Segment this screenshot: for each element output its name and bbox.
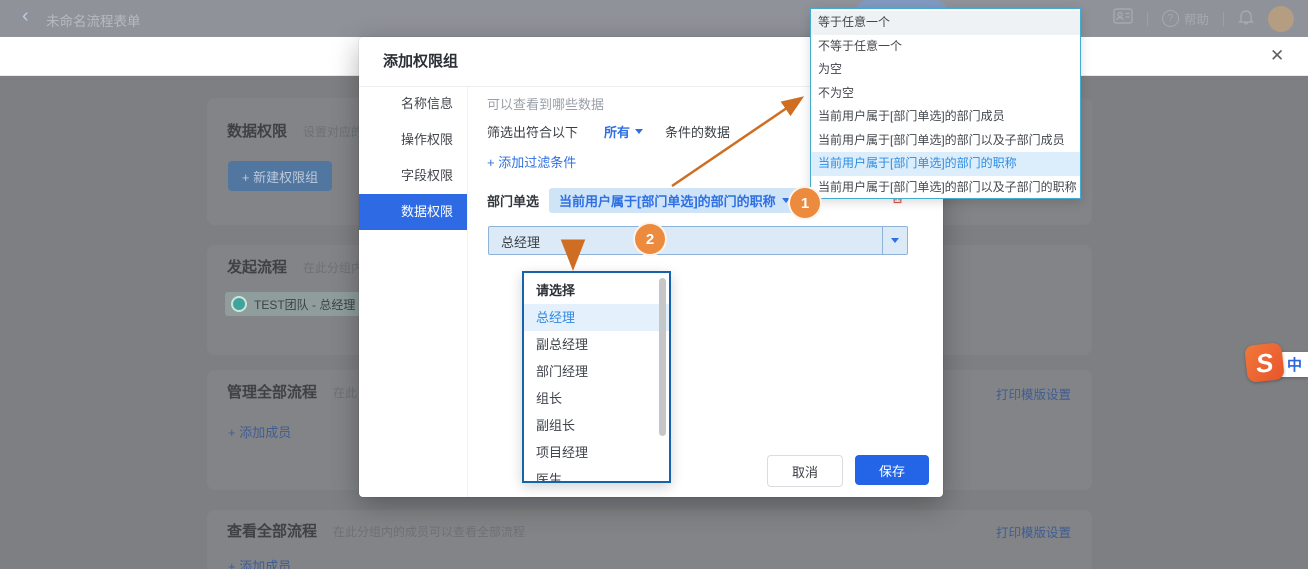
divider (467, 87, 468, 497)
tab-operation-permission[interactable]: 操作权限 (359, 122, 467, 158)
dropdown-item[interactable]: 为空 (811, 58, 1080, 82)
topbar-actions: ? 帮助 (1113, 0, 1294, 37)
add-member-link[interactable]: + 添加成员 (228, 422, 291, 441)
job-title-value: 总经理 (501, 232, 540, 251)
filter-operator-value: 所有 (604, 122, 630, 141)
add-filter-condition-link[interactable]: + 添加过滤条件 (487, 152, 576, 171)
contact-card-icon[interactable] (1113, 8, 1133, 29)
cancel-button[interactable]: 取消 (767, 455, 843, 487)
chevron-down-icon (891, 238, 899, 243)
annotation-badge-2: 2 (633, 222, 667, 256)
dropdown-item[interactable]: 部门经理 (524, 358, 669, 385)
ime-language-label: 中 (1287, 354, 1302, 375)
job-title-list: 请选择 总经理 副总经理 部门经理 组长 副组长 项目经理 医生 (524, 273, 669, 483)
team-icon (231, 296, 247, 312)
dropdown-item-selected[interactable]: 总经理 (524, 304, 669, 331)
dropdown-item[interactable]: 当前用户属于[部门单选]的部门以及子部门成员 (811, 129, 1080, 153)
section-desc: 设置对应的 (303, 123, 363, 140)
dropdown-item[interactable]: 请选择 (524, 277, 669, 304)
section-desc: 在此分组内 (303, 259, 363, 276)
add-member-link[interactable]: + 添加成员 (228, 556, 291, 569)
dropdown-item[interactable]: 副组长 (524, 412, 669, 439)
modal-title: 添加权限组 (383, 37, 458, 86)
bell-icon[interactable] (1238, 8, 1254, 30)
section-title: 数据权限 (227, 120, 287, 141)
app-root: ‹ 未命名流程表单 ? 帮助 数据权限 (0, 0, 1308, 569)
select-arrow-segment[interactable] (882, 227, 907, 254)
tab-field-permission[interactable]: 字段权限 (359, 158, 467, 194)
print-template-link[interactable]: 打印模版设置 (996, 384, 1071, 403)
section-title: 查看全部流程 (227, 520, 317, 541)
topbar: ‹ 未命名流程表单 ? 帮助 (0, 0, 1308, 37)
dropdown-item[interactable]: 等于任意一个 (811, 11, 1080, 35)
filter-rule-row: 筛选出符合以下 所有 条件的数据 (487, 122, 730, 141)
save-button[interactable]: 保存 (855, 455, 929, 485)
tab-name-info[interactable]: 名称信息 (359, 86, 467, 122)
sogou-logo-icon[interactable]: S (1244, 342, 1285, 383)
scrollbar-thumb[interactable] (659, 278, 666, 436)
dropdown-item[interactable]: 组长 (524, 385, 669, 412)
dropdown-item[interactable]: 当前用户属于[部门单选]的部门成员 (811, 105, 1080, 129)
section-desc: 在此分组内的成员可以查看全部流程 (333, 523, 525, 540)
condition-type-value: 当前用户属于[部门单选]的部门的职称 (559, 191, 776, 210)
filter-prefix: 筛选出符合以下 (487, 122, 578, 141)
tab-data-permission[interactable]: 数据权限 (359, 194, 467, 230)
modal-tabs: 名称信息 操作权限 字段权限 数据权限 (359, 86, 467, 230)
page-title: 未命名流程表单 (46, 10, 141, 30)
ime-indicator: 中 S (1246, 344, 1308, 384)
print-template-link[interactable]: 打印模版设置 (996, 522, 1071, 541)
dropdown-item[interactable]: 医生 (524, 466, 669, 483)
field-label: 部门单选 (487, 191, 539, 210)
topbar-divider (1223, 12, 1224, 26)
back-icon[interactable]: ‹ (22, 5, 29, 28)
avatar[interactable] (1268, 6, 1294, 32)
condition-type-dropdown[interactable]: 当前用户属于[部门单选]的部门的职称 (549, 188, 800, 213)
filter-operator-dropdown[interactable]: 所有 (604, 122, 643, 141)
team-member-chip[interactable]: TEST团队 - 总经理 (225, 292, 365, 316)
condition-type-dropdown-panel: 等于任意一个 不等于任意一个 为空 不为空 当前用户属于[部门单选]的部门成员 … (810, 8, 1081, 199)
help-button[interactable]: ? 帮助 (1162, 9, 1209, 28)
dropdown-item[interactable]: 副总经理 (524, 331, 669, 358)
dropdown-item[interactable]: 不为空 (811, 82, 1080, 106)
dropdown-item[interactable]: 项目经理 (524, 439, 669, 466)
filter-hint: 可以查看到哪些数据 (487, 94, 604, 113)
filter-condition-row: 部门单选 当前用户属于[部门单选]的部门的职称 (487, 187, 800, 213)
dropdown-item-selected[interactable]: 当前用户属于[部门单选]的部门的职称 (811, 152, 1080, 176)
team-member-label: TEST团队 - 总经理 (254, 296, 355, 313)
dropdown-item[interactable]: 不等于任意一个 (811, 35, 1080, 59)
chevron-down-icon (635, 129, 643, 134)
job-title-dropdown: 请选择 总经理 副总经理 部门经理 组长 副组长 项目经理 医生 (522, 271, 671, 483)
section-title: 管理全部流程 (227, 381, 317, 402)
dropdown-item[interactable]: 当前用户属于[部门单选]的部门以及子部门的职称 (811, 176, 1080, 200)
close-icon[interactable]: ✕ (1270, 46, 1284, 66)
help-label: 帮助 (1184, 9, 1209, 28)
section-title: 发起流程 (227, 256, 287, 277)
section-desc: 在此 (333, 384, 357, 401)
annotation-badge-1: 1 (788, 186, 822, 220)
section-view-all-flows: 查看全部流程 在此分组内的成员可以查看全部流程 打印模版设置 + 添加成员 (207, 510, 1092, 569)
job-title-select[interactable]: 总经理 (488, 226, 908, 255)
filter-suffix: 条件的数据 (665, 122, 730, 141)
topbar-divider (1147, 12, 1148, 26)
new-permission-group-button[interactable]: + 新建权限组 (228, 161, 332, 191)
question-icon: ? (1162, 10, 1179, 27)
ime-logo-letter: S (1255, 349, 1275, 377)
condition-type-list: 等于任意一个 不等于任意一个 为空 不为空 当前用户属于[部门单选]的部门成员 … (811, 9, 1080, 199)
